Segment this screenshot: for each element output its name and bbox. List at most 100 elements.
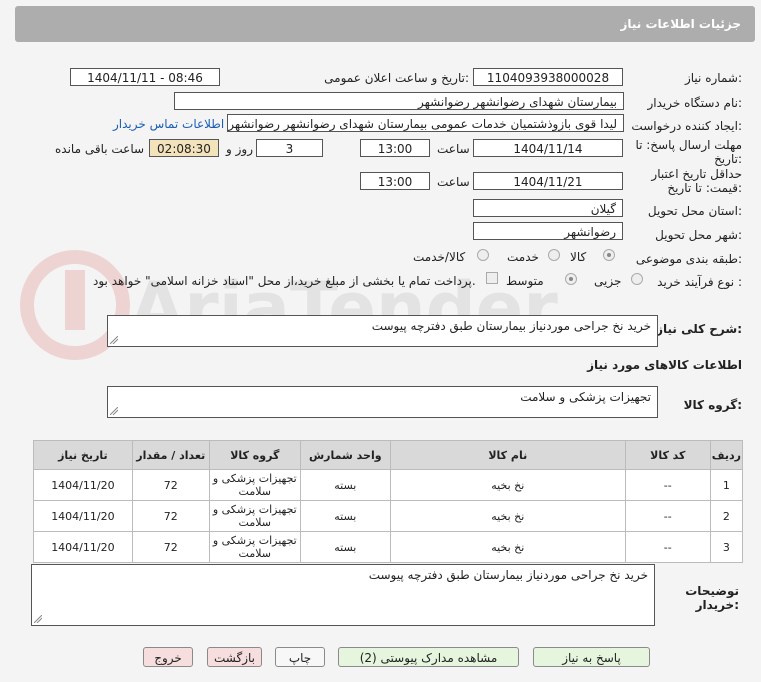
validity-date-field[interactable]: 1404/11/21 [473, 172, 623, 190]
table-row[interactable]: 2 -- نخ بخیه بسته تجهیزات پزشکی و سلامت 7… [33, 500, 744, 532]
resize-grip-icon[interactable] [110, 336, 118, 344]
process-minor-radio[interactable] [631, 273, 643, 285]
goods-table: ردیف کد کالا نام کالا واحد شمارش گروه کا… [33, 440, 744, 563]
cell-row: 2 [709, 500, 744, 532]
category-service-label: خدمت [507, 250, 539, 264]
remaining-time-field[interactable]: 02:08:30 [149, 139, 219, 157]
buyer-notes-text: خرید نخ جراحی موردنیاز بیمارستان طبق دفت… [368, 568, 648, 582]
cell-group: تجهیزات پزشکی و سلامت [208, 500, 301, 532]
exit-button[interactable]: خروج [143, 647, 193, 667]
buyer-contact-link[interactable]: اطلاعات تماس خریدار [113, 117, 224, 131]
cell-group-line-2: سلامت [238, 516, 272, 529]
buyer-org-label: نام دستگاه خریدار: [647, 96, 743, 110]
cell-group-line-1: تجهیزات پزشکی و [212, 503, 297, 516]
announce-field[interactable]: 1404/11/11 - 08:46 [70, 68, 220, 86]
province-label: استان محل تحویل: [647, 204, 742, 218]
col-code: کد کالا [624, 440, 711, 470]
deadline-label-2: تاریخ: [714, 152, 742, 166]
cell-qty: 72 [131, 500, 210, 532]
validity-label-2: قیمت: تا تاریخ: [667, 181, 742, 195]
cell-code: -- [624, 531, 711, 563]
process-medium-radio[interactable] [565, 273, 577, 285]
buyer-notes-field[interactable]: خرید نخ جراحی موردنیاز بیمارستان طبق دفت… [31, 564, 655, 626]
resize-grip-icon[interactable] [34, 615, 42, 623]
cell-unit: بسته [299, 500, 391, 532]
deadline-label-1: مهلت ارسال پاسخ: تا [635, 138, 742, 152]
category-goods-label: کالا [570, 250, 587, 264]
category-label: طبقه بندی موضوعی: [635, 252, 742, 266]
cell-date: 1404/11/20 [33, 500, 133, 532]
days-field[interactable]: 3 [256, 139, 323, 157]
deadline-hour-label: ساعت [437, 142, 470, 156]
cell-name: نخ بخیه [389, 469, 626, 501]
requester-label: ایجاد کننده درخواست: [631, 119, 742, 133]
cell-unit: بسته [299, 469, 391, 501]
cell-row: 1 [709, 469, 744, 501]
cell-unit: بسته [299, 531, 391, 563]
days-label: روز و [226, 142, 253, 156]
goods-info-title: اطلاعات کالاهای مورد نیاز [587, 358, 742, 372]
process-medium-label: متوسط [506, 274, 544, 288]
cell-qty: 72 [131, 531, 210, 563]
buyer-notes-label-1: توضیحات [685, 584, 739, 598]
need-number-field[interactable]: 1104093938000028 [473, 68, 623, 86]
page-title: جزئیات اطلاعات نیاز [620, 17, 741, 31]
cell-name: نخ بخیه [389, 531, 626, 563]
cell-group-line-1: تجهیزات پزشکی و [212, 472, 297, 485]
process-label: نوع فرآیند خرید : [657, 275, 742, 289]
category-goods-service-radio[interactable] [477, 249, 489, 261]
city-label: شهر محل تحویل: [655, 228, 742, 242]
description-field[interactable]: خرید نخ جراحی موردنیاز بیمارستان طبق دفت… [107, 315, 658, 347]
goods-group-text: تجهیزات پزشکی و سلامت [520, 390, 651, 404]
description-label: شرح کلی نیاز: [656, 322, 742, 336]
treasury-note: پرداخت تمام یا بخشی از مبلغ خرید،از محل … [93, 274, 476, 288]
buyer-notes-label-2: خریدار: [695, 598, 739, 612]
process-minor-label: جزیی [594, 274, 622, 288]
cell-group: تجهیزات پزشکی و سلامت [208, 469, 301, 501]
remaining-label: ساعت باقی مانده [55, 142, 145, 156]
cell-group-line-1: تجهیزات پزشکی و [212, 534, 297, 547]
cell-name: نخ بخیه [389, 500, 626, 532]
cell-code: -- [624, 500, 711, 532]
deadline-date-field[interactable]: 1404/11/14 [473, 139, 623, 157]
view-docs-button[interactable]: مشاهده مدارک پیوستی (2) [338, 647, 519, 667]
page-header: جزئیات اطلاعات نیاز [15, 6, 755, 42]
deadline-time-field[interactable]: 13:00 [360, 139, 430, 157]
requester-field[interactable]: لیدا قوی بازوذشتمیان خدمات عمومی بیمارست… [227, 114, 624, 132]
goods-group-field[interactable]: تجهیزات پزشکی و سلامت [107, 386, 658, 418]
cell-date: 1404/11/20 [33, 531, 133, 563]
back-button[interactable]: بازگشت [207, 647, 262, 667]
cell-row: 3 [709, 531, 744, 563]
table-header-row: ردیف کد کالا نام کالا واحد شمارش گروه کا… [33, 440, 744, 470]
cell-date: 1404/11/20 [33, 469, 133, 501]
validity-hour-label: ساعت [437, 175, 470, 189]
category-goods-radio[interactable] [603, 249, 615, 261]
announce-label: تاریخ و ساعت اعلان عمومی: [324, 71, 469, 85]
cell-group: تجهیزات پزشکی و سلامت [208, 531, 301, 563]
reply-button[interactable]: پاسخ به نیاز [533, 647, 650, 667]
need-number-label: شماره نیاز: [684, 71, 742, 85]
treasury-checkbox[interactable] [486, 272, 498, 284]
col-qty: تعداد / مقدار [131, 440, 210, 470]
cell-code: -- [624, 469, 711, 501]
col-date: تاریخ نیاز [33, 440, 133, 470]
col-row: ردیف [709, 440, 744, 470]
table-row[interactable]: 1 -- نخ بخیه بسته تجهیزات پزشکی و سلامت 7… [33, 469, 744, 501]
goods-group-label: گروه کالا: [683, 398, 742, 412]
buyer-org-field[interactable]: بیمارستان شهدای رضوانشهر رضوانشهر [174, 92, 624, 110]
category-service-radio[interactable] [548, 249, 560, 261]
cell-group-line-2: سلامت [238, 547, 272, 560]
cell-qty: 72 [131, 469, 210, 501]
col-group: گروه کالا [208, 440, 301, 470]
city-field[interactable]: رضوانشهر [473, 222, 623, 240]
validity-time-field[interactable]: 13:00 [360, 172, 430, 190]
col-unit: واحد شمارش [299, 440, 391, 470]
cell-group-line-2: سلامت [238, 485, 272, 498]
resize-grip-icon[interactable] [110, 407, 118, 415]
col-name: نام کالا [389, 440, 626, 470]
print-button[interactable]: چاپ [275, 647, 325, 667]
description-text: خرید نخ جراحی موردنیاز بیمارستان طبق دفت… [371, 319, 651, 333]
province-field[interactable]: گیلان [473, 199, 623, 217]
validity-label-1: حداقل تاریخ اعتبار [651, 167, 742, 181]
table-row[interactable]: 3 -- نخ بخیه بسته تجهیزات پزشکی و سلامت 7… [33, 531, 744, 563]
